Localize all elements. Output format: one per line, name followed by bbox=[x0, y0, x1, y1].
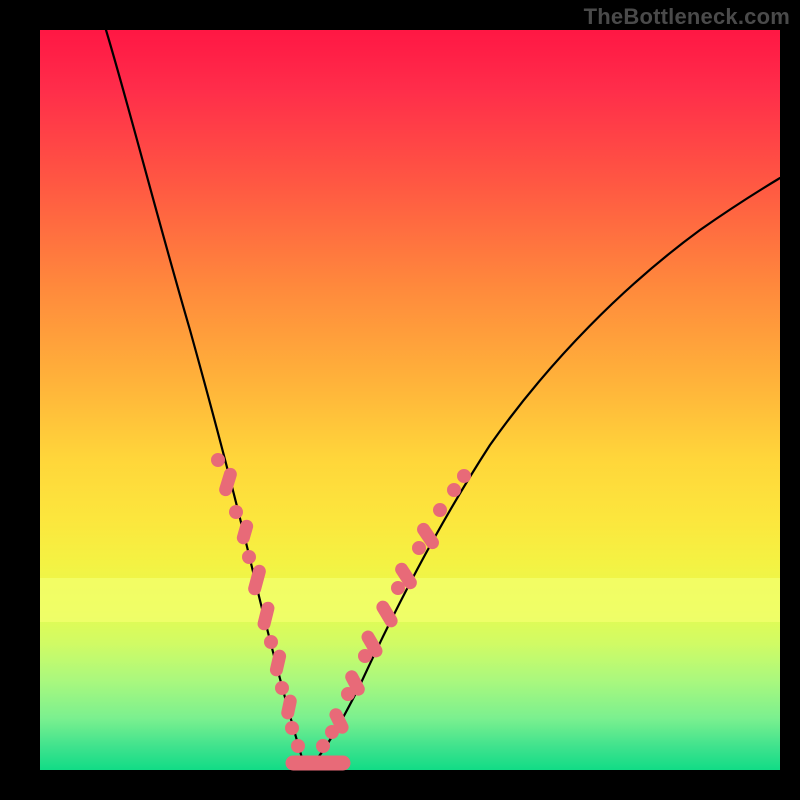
watermark-text: TheBottleneck.com bbox=[584, 4, 790, 30]
right-curve bbox=[310, 178, 780, 768]
plot-area bbox=[40, 30, 780, 770]
bottom-marker-band bbox=[286, 756, 350, 770]
chart-frame: TheBottleneck.com bbox=[0, 0, 800, 800]
chart-svg bbox=[40, 30, 780, 770]
